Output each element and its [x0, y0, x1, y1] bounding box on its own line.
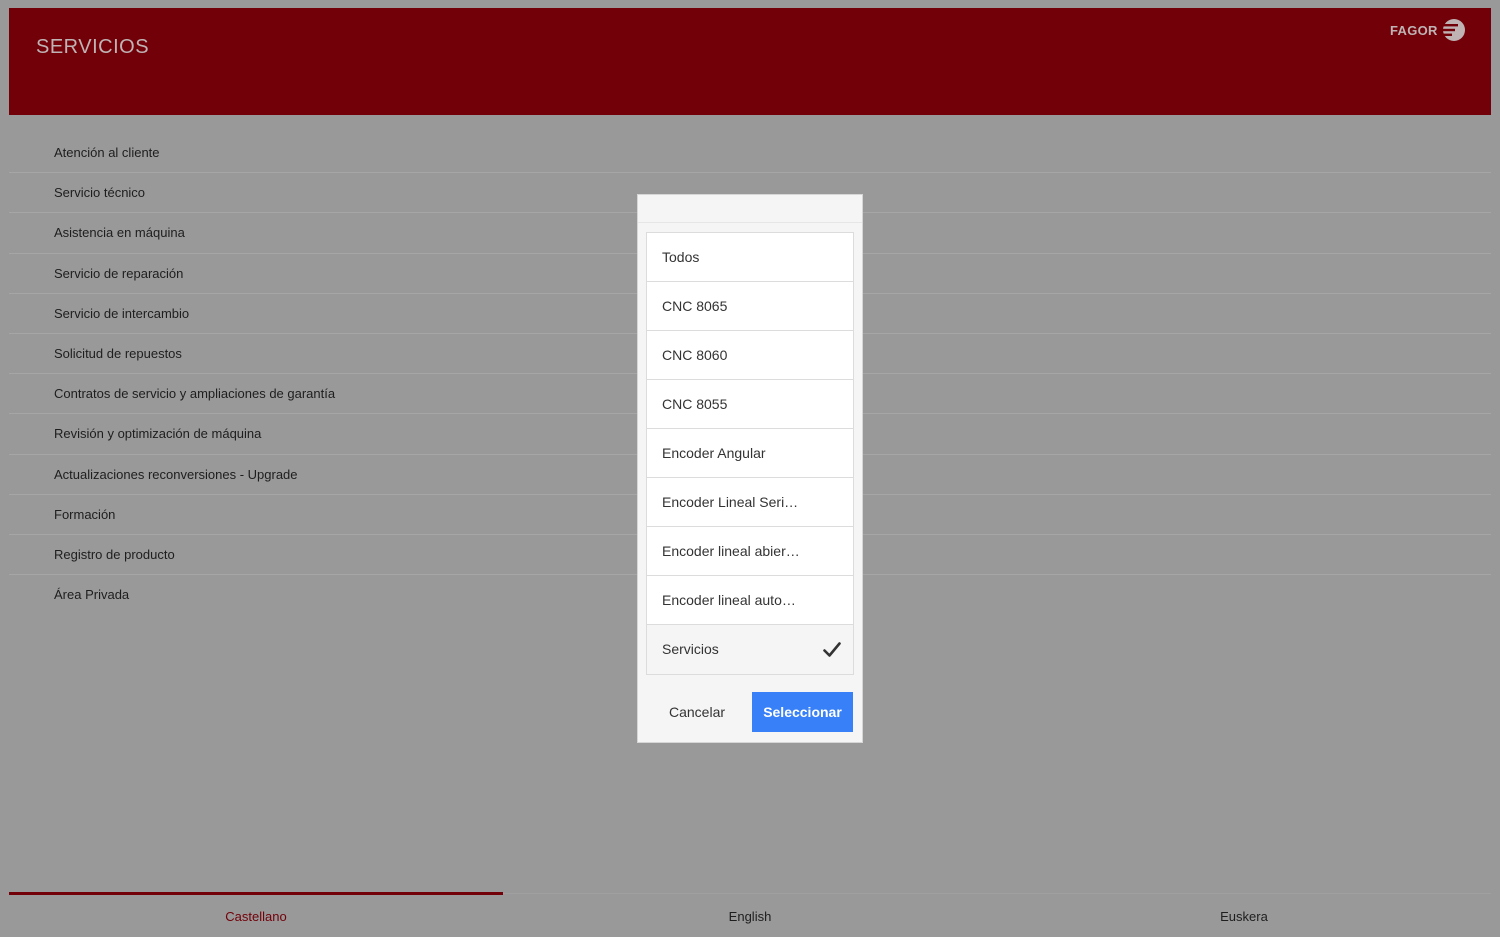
option-item[interactable]: CNC 8055	[647, 380, 853, 429]
dialog-header	[638, 195, 862, 223]
menu-item-label: Registro de producto	[54, 546, 175, 562]
option-item[interactable]: CNC 8065	[647, 282, 853, 331]
option-label: Todos	[662, 249, 700, 265]
menu-item-label: Actualizaciones reconversiones - Upgrade	[54, 466, 298, 482]
option-item[interactable]: CNC 8060	[647, 331, 853, 380]
header-bar: SERVICIOS FAGOR	[9, 8, 1491, 115]
option-item-selected[interactable]: Servicios	[647, 625, 853, 674]
option-item[interactable]: Todos	[647, 233, 853, 282]
menu-item-label: Servicio de intercambio	[54, 305, 190, 321]
option-label: Encoder Lineal Seri…	[662, 494, 799, 510]
option-label: Encoder lineal abier…	[662, 543, 800, 559]
check-icon	[823, 642, 841, 657]
tab-euskera[interactable]: Euskera	[997, 894, 1491, 937]
option-item[interactable]: Encoder Angular	[647, 429, 853, 478]
fagor-logo-icon	[1441, 19, 1465, 41]
tab-castellano[interactable]: Castellano	[9, 892, 503, 937]
menu-item-label: Contratos de servicio y ampliaciones de …	[54, 386, 336, 402]
tab-english[interactable]: English	[503, 894, 997, 937]
option-label: Encoder lineal auto…	[662, 592, 796, 608]
menu-item-label: Asistencia en máquina	[54, 225, 185, 241]
language-tabs: Castellano English Euskera	[9, 892, 1491, 937]
option-item[interactable]: Encoder Lineal Seri…	[647, 478, 853, 527]
option-item[interactable]: Encoder lineal abier…	[647, 527, 853, 576]
option-item[interactable]: Encoder lineal auto…	[647, 576, 853, 625]
menu-item-label: Formación	[54, 506, 116, 522]
menu-item[interactable]: Atención al cliente	[9, 133, 1491, 174]
option-label: Encoder Angular	[662, 445, 766, 461]
menu-item-label: Servicio de reparación	[54, 265, 184, 281]
select-dialog: Todos CNC 8065 CNC 8060 CNC 8055 Encoder…	[638, 195, 862, 742]
brand-logo: FAGOR	[1390, 18, 1466, 42]
option-label: CNC 8065	[662, 298, 728, 314]
option-label: CNC 8060	[662, 347, 728, 363]
menu-item-label: Atención al cliente	[54, 145, 160, 160]
option-label: CNC 8055	[662, 396, 728, 412]
menu-item-label: Solicitud de repuestos	[54, 345, 182, 361]
cancel-button[interactable]: Cancelar	[646, 692, 748, 732]
select-button[interactable]: Seleccionar	[752, 692, 853, 732]
option-label: Servicios	[662, 641, 719, 657]
menu-item-label: Servicio técnico	[54, 185, 146, 201]
logo-text: FAGOR	[1390, 22, 1438, 38]
options-list: Todos CNC 8065 CNC 8060 CNC 8055 Encoder…	[646, 232, 854, 675]
menu-item-label: Revisión y optimización de máquina	[54, 426, 262, 442]
menu-item-label: Área Privada	[54, 587, 130, 603]
page-title: SERVICIOS	[36, 36, 150, 58]
dialog-actions: Cancelar Seleccionar	[646, 692, 854, 732]
